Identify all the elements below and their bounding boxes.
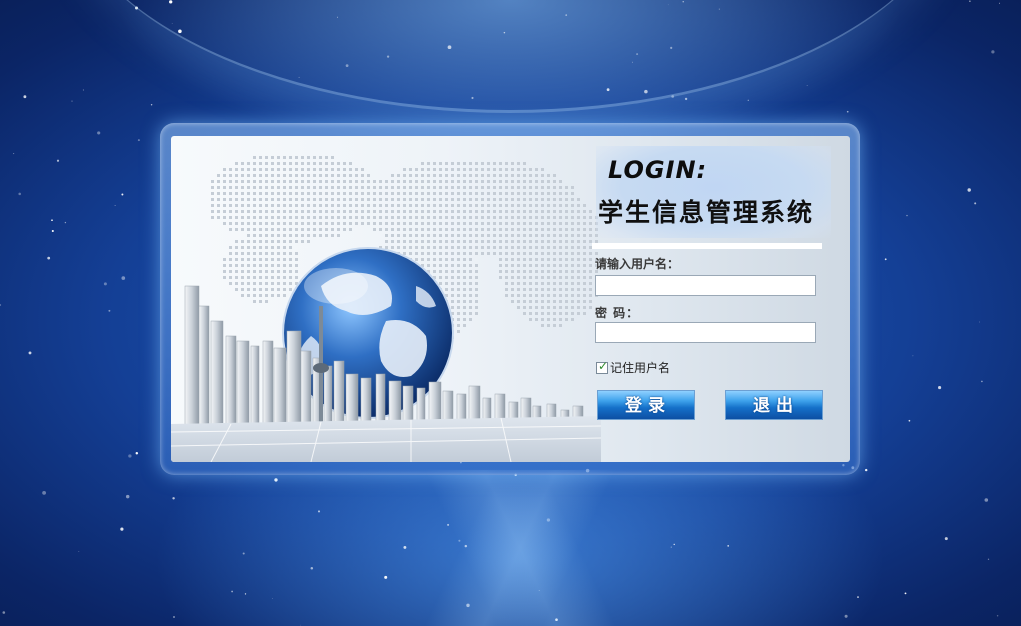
login-title: LOGIN: — [608, 156, 708, 184]
title-divider — [592, 243, 822, 249]
username-input[interactable] — [595, 275, 816, 296]
exit-button[interactable]: 退出 — [725, 390, 823, 420]
password-label: 密 码： — [595, 306, 640, 320]
remember-username-row[interactable]: ✓ 记住用户名 — [596, 359, 670, 376]
login-panel: LOGIN: 学生信息管理系统 请输入用户名： 密 码： ✓ 记住用户名 登录 … — [171, 136, 850, 462]
remember-username-checkbox[interactable]: ✓ — [596, 358, 609, 374]
username-label: 请输入用户名： — [595, 257, 680, 271]
light-rays-decoration — [260, 470, 780, 626]
login-button[interactable]: 登录 — [597, 390, 695, 420]
check-icon: ✓ — [598, 358, 609, 373]
globe-city-illustration — [171, 156, 601, 462]
login-page-background: LOGIN: 学生信息管理系统 请输入用户名： 密 码： ✓ 记住用户名 登录 … — [0, 0, 1021, 626]
remember-username-label[interactable]: 记住用户名 — [610, 359, 670, 376]
system-title: 学生信息管理系统 — [598, 198, 815, 227]
password-input[interactable] — [595, 322, 816, 343]
